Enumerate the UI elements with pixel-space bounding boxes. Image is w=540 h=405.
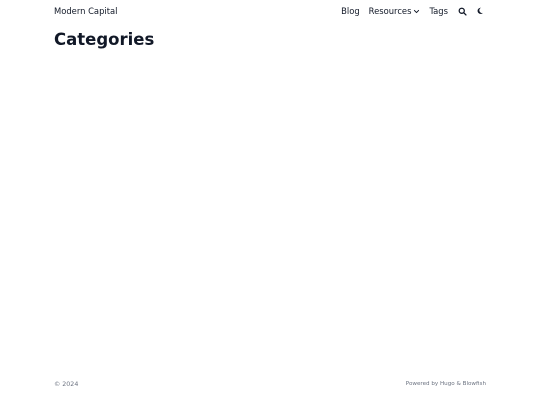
powered-by-link[interactable]: Powered by Hugo & Blowfish bbox=[406, 381, 486, 387]
page: Modern Capital Blog Resources Tags Categ… bbox=[0, 0, 540, 405]
chevron-down-icon bbox=[413, 8, 420, 15]
nav-tags-link[interactable]: Tags bbox=[429, 6, 448, 16]
footer-copyright: © 2024 bbox=[54, 380, 79, 388]
site-title-link[interactable]: Modern Capital bbox=[54, 6, 117, 16]
main-nav: Blog Resources Tags bbox=[341, 6, 486, 16]
search-button[interactable] bbox=[457, 6, 467, 16]
nav-blog-link[interactable]: Blog bbox=[341, 6, 360, 16]
search-icon bbox=[458, 7, 467, 16]
page-title: Categories bbox=[54, 30, 155, 49]
moon-icon bbox=[477, 7, 485, 15]
site-header: Modern Capital Blog Resources Tags bbox=[54, 0, 486, 22]
nav-resources-label: Resources bbox=[368, 6, 412, 16]
nav-resources-dropdown[interactable]: Resources bbox=[369, 6, 421, 16]
theme-toggle-button[interactable] bbox=[476, 6, 486, 16]
site-footer: © 2024 Powered by Hugo & Blowfish bbox=[54, 379, 486, 389]
